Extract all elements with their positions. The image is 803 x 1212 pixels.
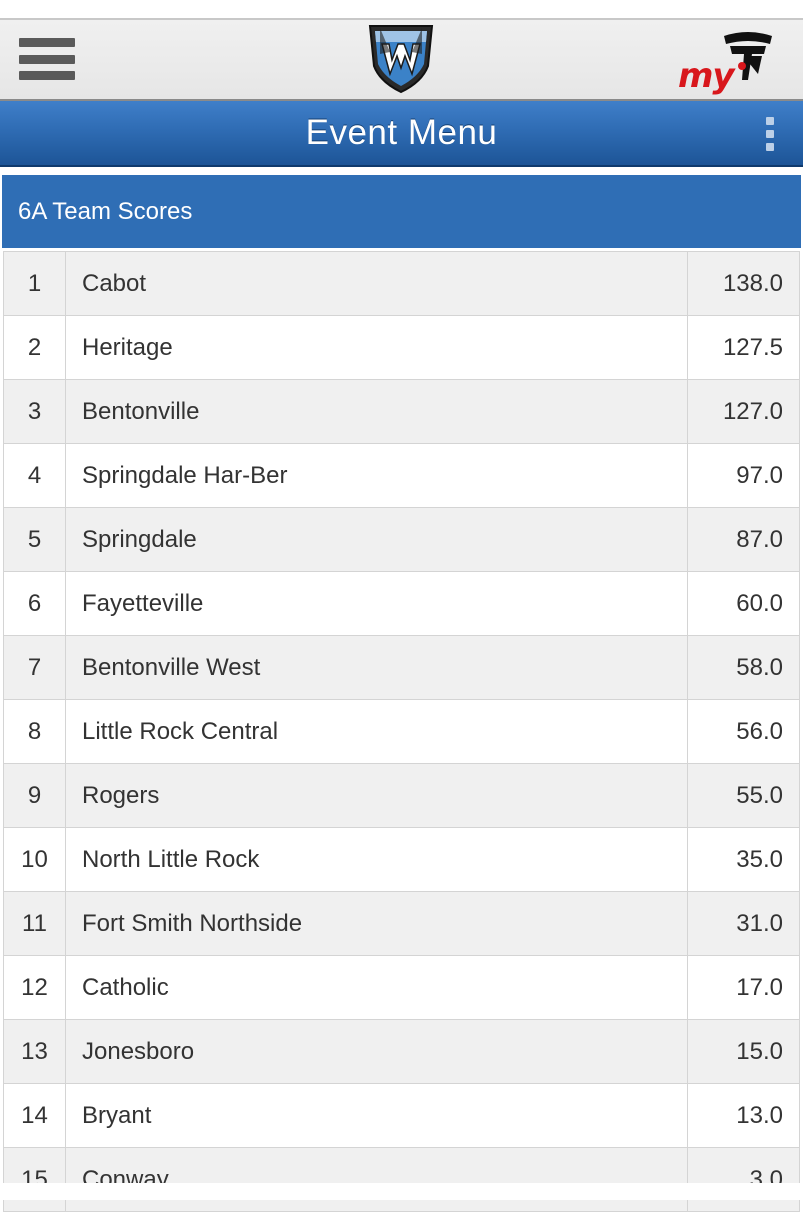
team-name-cell: Springdale <box>66 508 688 571</box>
table-row[interactable]: 1 Cabot 138.0 <box>3 252 800 316</box>
table-row[interactable]: 13 Jonesboro 15.0 <box>3 1020 800 1084</box>
section-title: 6A Team Scores <box>18 198 193 225</box>
team-name-cell: Catholic <box>66 956 688 1019</box>
table-row[interactable]: 5 Springdale 87.0 <box>3 508 800 572</box>
table-row[interactable]: 3 Bentonville 127.0 <box>3 380 800 444</box>
rank-cell: 10 <box>4 828 66 891</box>
team-name-cell: Fort Smith Northside <box>66 892 688 955</box>
header-divider <box>0 18 803 20</box>
team-name-cell: Heritage <box>66 316 688 379</box>
team-name-cell: Bentonville West <box>66 636 688 699</box>
team-name-cell: Cabot <box>66 252 688 315</box>
rank-cell: 15 <box>4 1148 66 1211</box>
team-name-cell: Jonesboro <box>66 1020 688 1083</box>
team-name-cell: Bentonville <box>66 380 688 443</box>
team-name-cell: Bryant <box>66 1084 688 1147</box>
team-name-cell: Springdale Har-Ber <box>66 444 688 507</box>
team-name-cell: Little Rock Central <box>66 700 688 763</box>
table-row[interactable]: 10 North Little Rock 35.0 <box>3 828 800 892</box>
rank-cell: 5 <box>4 508 66 571</box>
team-name-cell: Fayetteville <box>66 572 688 635</box>
team-name-cell: Conway <box>66 1148 688 1211</box>
score-cell: 3.0 <box>749 1166 783 1193</box>
rank-cell: 11 <box>4 892 66 955</box>
app-header: my <box>0 0 803 101</box>
table-row[interactable]: 12 Catholic 17.0 <box>3 956 800 1020</box>
score-cell: 55.0 <box>736 782 783 809</box>
score-cell: 60.0 <box>736 590 783 617</box>
score-cell: 35.0 <box>736 846 783 873</box>
score-cell: 97.0 <box>736 462 783 489</box>
event-menu-title[interactable]: Event Menu <box>0 101 803 167</box>
rank-cell: 14 <box>4 1084 66 1147</box>
wrestling-shield-logo[interactable] <box>366 22 436 96</box>
score-cell: 56.0 <box>736 718 783 745</box>
table-row[interactable]: 4 Springdale Har-Ber 97.0 <box>3 444 800 508</box>
rank-cell: 6 <box>4 572 66 635</box>
score-cell: 13.0 <box>736 1102 783 1129</box>
event-menu-bar: Event Menu <box>0 101 803 167</box>
score-cell: 87.0 <box>736 526 783 553</box>
score-cell: 31.0 <box>736 910 783 937</box>
table-row[interactable]: 14 Bryant 13.0 <box>3 1084 800 1148</box>
table-row[interactable]: 11 Fort Smith Northside 31.0 <box>3 892 800 956</box>
team-name-cell: North Little Rock <box>66 828 688 891</box>
rank-cell: 4 <box>4 444 66 507</box>
table-row[interactable]: 15 Conway 3.0 <box>3 1148 800 1212</box>
vertical-dots-icon[interactable] <box>764 117 776 151</box>
rank-cell: 2 <box>4 316 66 379</box>
team-name-cell: Rogers <box>66 764 688 827</box>
rank-cell: 7 <box>4 636 66 699</box>
table-row[interactable]: 8 Little Rock Central 56.0 <box>3 700 800 764</box>
hamburger-menu-icon[interactable] <box>19 38 75 80</box>
rank-cell: 1 <box>4 252 66 315</box>
score-cell: 15.0 <box>736 1038 783 1065</box>
rank-cell: 8 <box>4 700 66 763</box>
section-header: 6A Team Scores <box>2 175 801 248</box>
score-cell: 17.0 <box>736 974 783 1001</box>
viewport-bottom-edge <box>0 1183 803 1200</box>
table-row[interactable]: 2 Heritage 127.5 <box>3 316 800 380</box>
rank-cell: 13 <box>4 1020 66 1083</box>
rank-cell: 12 <box>4 956 66 1019</box>
trackwrestling-logo-icon <box>724 32 772 80</box>
score-cell: 138.0 <box>722 270 783 297</box>
my-trackwrestling-logo[interactable]: my <box>676 28 784 100</box>
rank-cell: 3 <box>4 380 66 443</box>
score-cell: 127.5 <box>722 334 783 361</box>
score-cell: 58.0 <box>736 654 783 681</box>
table-row[interactable]: 6 Fayetteville 60.0 <box>3 572 800 636</box>
team-scores-table: 1 Cabot 138.0 2 Heritage 127.5 3 Bentonville 127… <box>3 251 800 1212</box>
table-row[interactable]: 9 Rogers 55.0 <box>3 764 800 828</box>
rank-cell: 9 <box>4 764 66 827</box>
score-cell: 127.0 <box>722 398 783 425</box>
table-row[interactable]: 7 Bentonville West 58.0 <box>3 636 800 700</box>
